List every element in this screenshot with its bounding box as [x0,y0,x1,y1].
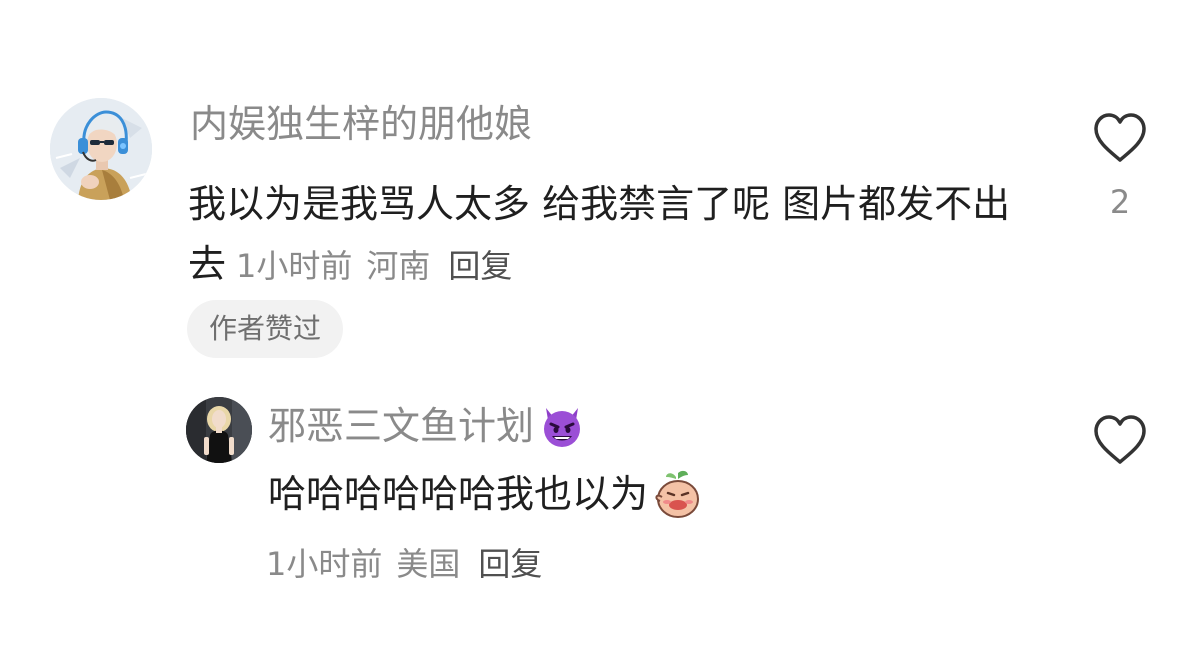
username[interactable]: 内娱独生梓的朋他娘 [190,100,532,148]
timestamp: 1小时前 [266,545,383,583]
smiling-devil-icon [538,402,586,450]
username[interactable]: 邪恶三文鱼计划 [268,402,534,450]
avatar-image [50,98,152,200]
avatar[interactable] [186,397,252,463]
comment-body: 我以为是我骂人太多 给我禁言了呢 图片都发不出去 1小时前 河南 回复 [188,174,1048,296]
reply-button[interactable]: 回复 [478,545,542,583]
heart-icon [1094,113,1146,162]
reply-button[interactable]: 回复 [448,247,512,285]
comment-text: 哈哈哈哈哈哈我也以为 [268,472,649,516]
location: 河南 [366,247,431,285]
timestamp: 1小时前 [236,247,353,285]
heart-icon [1094,415,1146,464]
avatar[interactable] [50,98,152,200]
author-liked-badge: 作者赞过 [187,300,344,358]
peach-sticker-icon [650,467,704,521]
like-button[interactable] [1090,412,1150,468]
avatar-image [186,397,252,463]
username-row: 邪恶三文鱼计划 [268,402,586,450]
like-button[interactable] [1090,110,1150,166]
comment-body: 哈哈哈哈哈哈我也以为 [268,464,704,524]
comment-meta: 1小时前 美国 回复 [266,540,542,594]
location: 美国 [396,545,461,583]
like-count: 2 [1109,183,1131,221]
